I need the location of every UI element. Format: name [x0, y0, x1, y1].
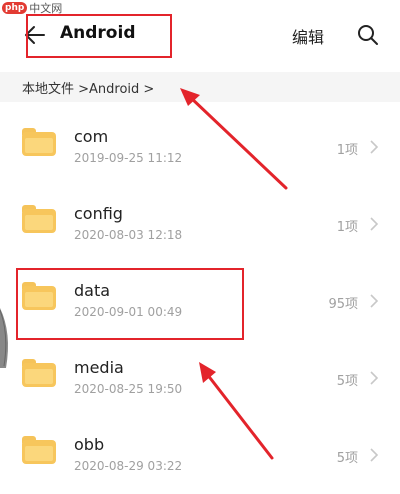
breadcrumb-path[interactable]: 本地文件 >Android >: [22, 78, 154, 97]
list-item[interactable]: config 2020-08-03 12:18 1项: [0, 179, 400, 256]
item-count: 1项: [336, 143, 358, 158]
folder-name: com: [74, 127, 109, 146]
folder-date: 2020-08-03 12:18: [74, 228, 183, 242]
watermark-text: 中文网: [29, 2, 63, 15]
folder-name: media: [74, 358, 124, 377]
chevron-right-icon: [370, 448, 379, 462]
folder-date: 2019-09-25 11:12: [74, 151, 183, 165]
edge-decoration: [0, 308, 8, 368]
folder-icon: [22, 282, 56, 310]
item-count: 1项: [336, 220, 358, 235]
folder-list: com 2019-09-25 11:12 1项 config 2020-08-0…: [0, 102, 400, 487]
watermark-logo: php: [2, 2, 28, 14]
watermark: php 中文网: [2, 0, 62, 16]
folder-date: 2020-09-01 00:49: [74, 305, 183, 319]
list-item[interactable]: media 2020-08-25 19:50 5项: [0, 333, 400, 410]
edit-button[interactable]: 编辑: [292, 24, 324, 48]
list-item[interactable]: com 2019-09-25 11:12 1项: [0, 102, 400, 179]
breadcrumb: 本地文件 >Android >: [0, 72, 400, 102]
chevron-right-icon: [370, 140, 379, 154]
list-item[interactable]: obb 2020-08-29 03:22 5项: [0, 410, 400, 487]
folder-date: 2020-08-25 19:50: [74, 382, 183, 396]
item-count: 95项: [328, 297, 358, 312]
folder-icon: [22, 205, 56, 233]
folder-name: data: [74, 281, 111, 300]
chevron-right-icon: [370, 217, 379, 231]
chevron-right-icon: [370, 371, 379, 385]
folder-name: config: [74, 204, 123, 223]
list-item[interactable]: data 2020-09-01 00:49 95项: [0, 256, 400, 333]
folder-icon: [22, 359, 56, 387]
chevron-right-icon: [370, 294, 379, 308]
item-count: 5项: [336, 374, 358, 389]
search-icon[interactable]: [356, 23, 380, 47]
item-count: 5项: [336, 451, 358, 466]
folder-date: 2020-08-29 03:22: [74, 459, 183, 473]
folder-name: obb: [74, 435, 105, 454]
title-highlight-box: [26, 14, 172, 58]
folder-icon: [22, 436, 56, 464]
folder-icon: [22, 128, 56, 156]
